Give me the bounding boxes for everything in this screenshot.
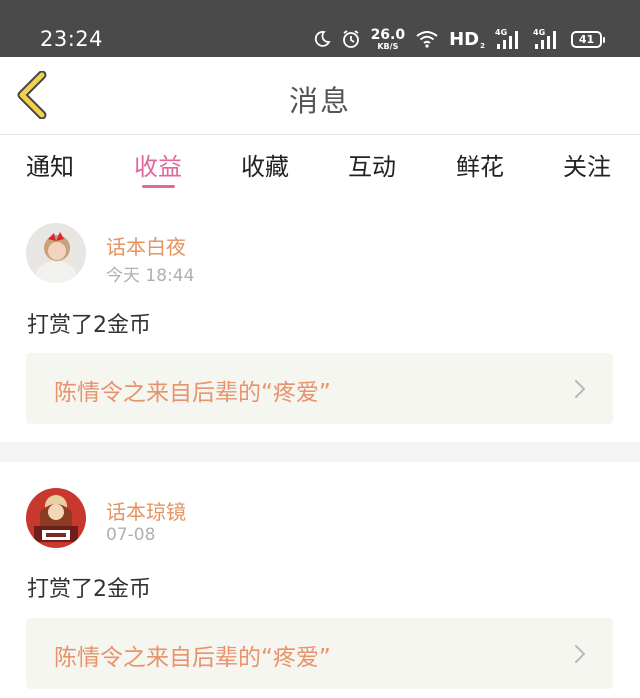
message-text: 打赏了2金币 — [27, 313, 151, 338]
signal-icon — [497, 31, 518, 49]
story-link-title: 陈情令之来自后辈的“疼爱” — [54, 380, 331, 406]
status-icons: 26.0 KB/S HD 2 4G 4G 41 — [313, 24, 605, 54]
signal-2: 4G — [533, 28, 561, 50]
message-text: 打赏了2金币 — [27, 577, 151, 602]
network-speed-value: 26.0 — [370, 26, 406, 43]
tab-notifications[interactable]: 通知 — [26, 147, 74, 182]
tab-favorites[interactable]: 收藏 — [241, 147, 289, 182]
notification-card: 话本白夜 今天 18:44 打赏了2金币 陈情令之来自后辈的“疼爱” — [0, 195, 640, 442]
status-bar: 23:24 26.0 KB/S HD 2 4G 4G 41 — [0, 0, 640, 57]
avatar-image — [26, 488, 86, 548]
moon-icon — [314, 31, 331, 47]
signal-1: 4G — [495, 28, 523, 50]
hd-indicator: HD 2 — [449, 29, 485, 50]
tab-interactions[interactable]: 互动 — [348, 147, 396, 182]
avatar[interactable] — [26, 223, 86, 283]
signal-icon — [535, 31, 556, 49]
battery-indicator: 41 — [571, 30, 605, 48]
timestamp: 今天 18:44 — [106, 266, 195, 286]
tab-following[interactable]: 关注 — [563, 147, 611, 182]
nav-bar: 消息 — [0, 57, 640, 134]
tab-earnings[interactable]: 收益 — [134, 147, 182, 182]
chevron-right-icon — [574, 379, 586, 399]
story-link[interactable]: 陈情令之来自后辈的“疼爱” — [26, 353, 613, 424]
alarm-icon — [342, 30, 359, 48]
hd-label: HD — [449, 28, 480, 50]
network-speed-unit: KB/S — [377, 41, 399, 51]
page-title: 消息 — [288, 84, 351, 118]
timestamp: 07-08 — [106, 525, 156, 545]
avatar[interactable] — [26, 488, 86, 548]
chevron-right-icon — [574, 644, 586, 664]
status-time: 23:24 — [40, 27, 104, 51]
hd-sub: 2 — [480, 41, 485, 50]
active-tab-indicator — [142, 185, 175, 188]
avatar-image — [26, 223, 86, 283]
notification-card: 话本琼镜 07-08 打赏了2金币 陈情令之来自后辈的“疼爱” — [0, 462, 640, 698]
username[interactable]: 话本琼镜 — [106, 496, 186, 525]
tab-flowers[interactable]: 鲜花 — [456, 147, 504, 182]
section-separator — [0, 442, 640, 462]
network-speed: 26.0 KB/S — [371, 28, 406, 51]
story-link[interactable]: 陈情令之来自后辈的“疼爱” — [26, 618, 613, 689]
tab-bar: 通知 收益 收藏 互动 鲜花 关注 — [0, 135, 640, 195]
story-link-title: 陈情令之来自后辈的“疼爱” — [54, 645, 331, 671]
username[interactable]: 话本白夜 — [106, 231, 186, 260]
wifi-icon — [416, 31, 438, 48]
